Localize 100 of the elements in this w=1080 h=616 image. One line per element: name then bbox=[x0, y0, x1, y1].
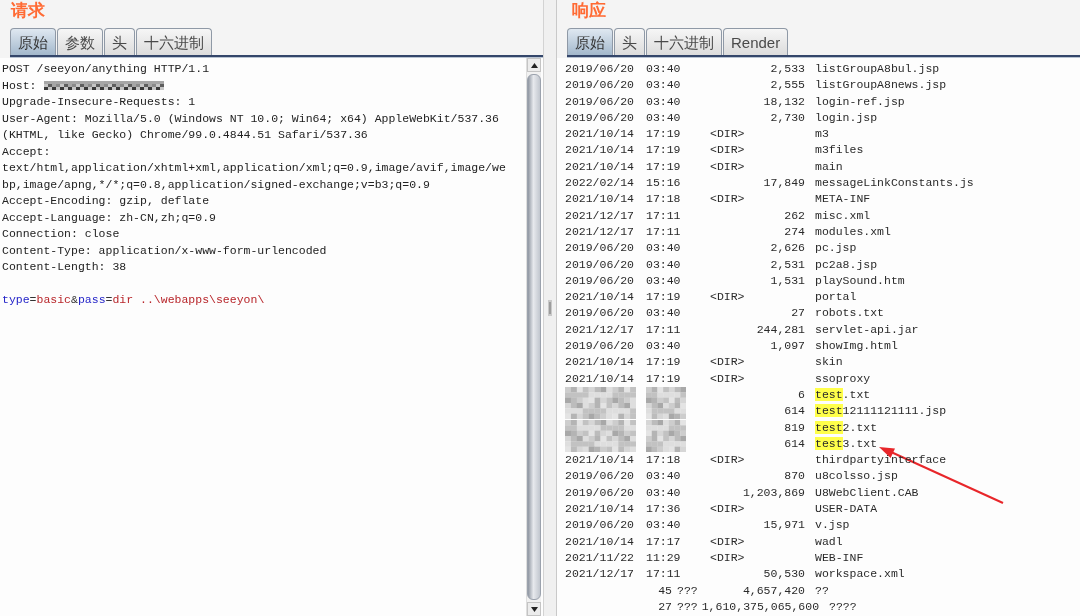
request-line: POST /seeyon/anything HTTP/1.1 bbox=[2, 61, 210, 77]
file-name: playSound.htm bbox=[815, 272, 905, 289]
file-date: 2021/10/14 bbox=[565, 126, 634, 143]
panel-title: 响应 bbox=[571, 0, 606, 22]
file-name: USER-DATA bbox=[815, 501, 878, 517]
file-size: 244,281 bbox=[756, 321, 805, 338]
entry-count: 45 bbox=[658, 582, 672, 599]
file-time: 17:19 bbox=[646, 142, 681, 159]
file-time: 17:19 bbox=[646, 158, 681, 175]
file-date: 2019/06/20 bbox=[565, 338, 634, 355]
tab[interactable]: 头 bbox=[614, 28, 645, 55]
file-time: 17:11 bbox=[646, 207, 681, 224]
tab[interactable]: 原始 bbox=[10, 28, 56, 55]
file-time: 11:29 bbox=[646, 549, 681, 566]
file-time: 03:40 bbox=[646, 272, 681, 289]
file-time: 17:18 bbox=[646, 452, 681, 469]
file-date: 2021/10/14 bbox=[565, 191, 634, 208]
file-time: 03:40 bbox=[646, 109, 681, 126]
file-name: ssoproxy bbox=[815, 370, 871, 387]
request-line: Content-Length: 38 bbox=[2, 259, 127, 275]
tab[interactable]: 参数 bbox=[57, 28, 103, 55]
file-size: 262 bbox=[784, 207, 805, 224]
file-time: 17:19 bbox=[646, 289, 681, 306]
file-name: U8WebClient.CAB bbox=[815, 484, 919, 501]
request-line: Host: bbox=[2, 77, 37, 94]
file-date: 2019/06/20 bbox=[565, 256, 634, 273]
file-name: listGroupA8bul.jsp bbox=[815, 61, 940, 77]
file-name: u8colsso.jsp bbox=[815, 468, 898, 485]
file-name: main bbox=[815, 158, 843, 175]
file-name: m3 bbox=[815, 126, 829, 143]
file-date: 2021/10/14 bbox=[565, 452, 634, 469]
file-name: pc.jsp bbox=[815, 240, 857, 257]
up-arrow-icon bbox=[530, 62, 538, 68]
file-size: 2,626 bbox=[770, 240, 805, 257]
dir-marker: <DIR> bbox=[710, 354, 745, 371]
file-date: 2021/10/14 bbox=[565, 501, 634, 517]
file-time: 17:17 bbox=[646, 533, 681, 550]
tab[interactable]: 头 bbox=[104, 28, 135, 55]
tab[interactable]: 十六进制 bbox=[646, 28, 722, 55]
file-name: portal bbox=[815, 289, 857, 306]
file-time: 03:40 bbox=[646, 468, 681, 485]
dir-marker: <DIR> bbox=[710, 452, 745, 469]
scroll-up-button[interactable] bbox=[527, 58, 541, 72]
file-time: 03:40 bbox=[646, 517, 681, 534]
file-name: test3.txt bbox=[815, 435, 878, 452]
file-time: 03:40 bbox=[646, 61, 681, 77]
file-size: 2,730 bbox=[770, 109, 805, 126]
file-date: 2021/12/17 bbox=[565, 321, 634, 338]
file-date: 2019/06/20 bbox=[565, 240, 634, 257]
tab[interactable]: 十六进制 bbox=[136, 28, 212, 55]
file-name: wadl bbox=[815, 533, 843, 550]
file-name: servlet-api.jar bbox=[815, 321, 919, 338]
scroll-down-button[interactable] bbox=[527, 602, 541, 616]
file-date: 2019/06/20 bbox=[565, 77, 634, 94]
file-date: 2019/06/20 bbox=[565, 305, 634, 322]
file-time: 17:11 bbox=[646, 223, 681, 240]
file-name: robots.txt bbox=[815, 305, 884, 322]
file-time: 03:40 bbox=[646, 338, 681, 355]
dir-marker: <DIR> bbox=[710, 549, 745, 566]
down-arrow-icon bbox=[530, 606, 538, 612]
bytes-label: ???? bbox=[829, 598, 857, 615]
request-line: Accept-Encoding: gzip, deflate bbox=[2, 193, 210, 209]
file-size: 870 bbox=[784, 468, 805, 485]
file-time: 17:11 bbox=[646, 321, 681, 338]
dir-marker: <DIR> bbox=[710, 533, 745, 550]
file-date: 2021/10/14 bbox=[565, 533, 634, 550]
file-time: 17:19 bbox=[646, 354, 681, 371]
file-size: 614 bbox=[784, 403, 805, 420]
tab[interactable]: 原始 bbox=[567, 28, 613, 55]
file-name: test12111121111.jsp bbox=[815, 403, 947, 420]
dir-marker: <DIR> bbox=[710, 191, 745, 208]
file-time: 15:16 bbox=[646, 175, 681, 192]
file-date: 2021/12/17 bbox=[565, 223, 634, 240]
file-date: 2019/06/20 bbox=[565, 272, 634, 289]
file-size: 50,530 bbox=[763, 566, 805, 583]
dir-marker: <DIR> bbox=[710, 126, 745, 143]
request-line: User-Agent: Mozilla/5.0 (Windows NT 10.0; Win64; x64) AppleWebKit/537.36 bbox=[2, 110, 499, 127]
file-size: 1,531 bbox=[770, 272, 805, 289]
file-name: login-ref.jsp bbox=[815, 93, 905, 110]
grip-icon bbox=[548, 300, 552, 316]
file-date: 2019/06/20 bbox=[565, 484, 634, 501]
file-name: listGroupA8news.jsp bbox=[815, 77, 947, 94]
request-line: bp,image/apng,*/*;q=0.8,application/signed-exchange;v=b3;q=0.9 bbox=[2, 176, 430, 193]
file-name: pc2a8.jsp bbox=[815, 256, 878, 273]
file-time: 03:40 bbox=[646, 256, 681, 273]
file-name: misc.xml bbox=[815, 207, 871, 224]
file-time: 17:19 bbox=[646, 370, 681, 387]
file-name: v.jsp bbox=[815, 517, 850, 534]
file-name: test2.txt bbox=[815, 419, 878, 436]
file-time: 03:40 bbox=[646, 484, 681, 501]
file-size: 1,203,869 bbox=[742, 484, 805, 501]
file-name: WEB-INF bbox=[815, 549, 864, 566]
file-size: 15,971 bbox=[763, 517, 805, 534]
file-size: 6 bbox=[798, 386, 805, 403]
request-line: Accept-Language: zh-CN,zh;q=0.9 bbox=[2, 209, 216, 226]
tab[interactable]: Render bbox=[723, 28, 789, 55]
request-line: Upgrade-Insecure-Requests: 1 bbox=[2, 94, 196, 110]
file-size: 17,849 bbox=[763, 175, 805, 192]
file-name: login.jsp bbox=[815, 109, 878, 126]
file-time: 03:40 bbox=[646, 240, 681, 257]
